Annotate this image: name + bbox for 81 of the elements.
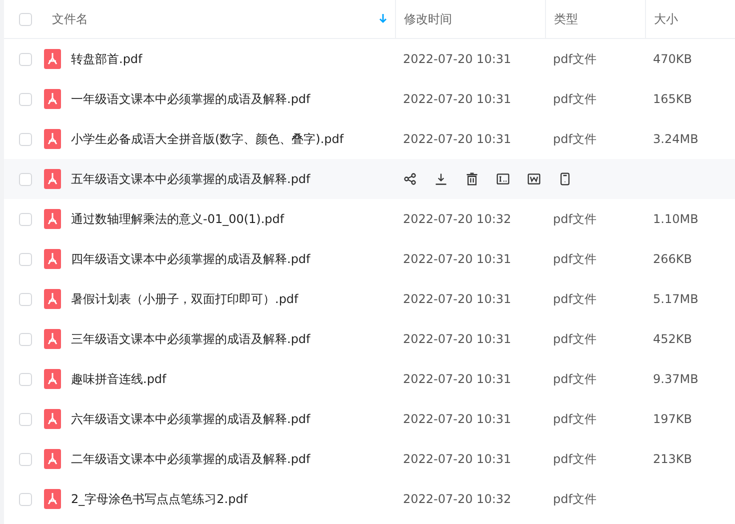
column-header[interactable]: 类型 (554, 10, 578, 28)
trash-icon[interactable] (465, 172, 479, 186)
pdf-file-icon (44, 49, 61, 69)
pdf-file-icon (44, 289, 61, 309)
file-name[interactable]: 小学生必备成语大全拼音版(数字、颜色、叠字).pdf (71, 130, 344, 148)
modified-time: 2022-07-20 10:32 (403, 212, 512, 226)
file-type: pdf文件 (553, 370, 596, 388)
checkbox[interactable] (18, 52, 32, 66)
share-icon[interactable] (403, 172, 417, 186)
modified-time: 2022-07-20 10:31 (403, 132, 512, 146)
file-name[interactable]: 二年级语文课本中必须掌握的成语及解释.pdf (71, 450, 310, 468)
hovered-row[interactable]: 五年级语文课本中必须掌握的成语及解释.pdf (4, 159, 735, 199)
pdf-file-icon (44, 129, 61, 149)
file-type: pdf文件 (553, 410, 596, 428)
modified-time: 2022-07-20 10:31 (403, 372, 512, 386)
pdf-file-icon (44, 209, 61, 229)
checkbox[interactable] (18, 372, 32, 386)
file-size: 5.17MB (653, 292, 698, 306)
file-type: pdf文件 (553, 130, 596, 148)
file-name[interactable]: 五年级语文课本中必须掌握的成语及解释.pdf (71, 170, 310, 188)
file-name[interactable]: 四年级语文课本中必须掌握的成语及解释.pdf (71, 250, 310, 268)
column-header[interactable]: 大小 (654, 10, 678, 28)
modified-time: 2022-07-20 10:31 (403, 92, 512, 106)
phone-icon[interactable] (558, 172, 572, 186)
pdf-file-icon (44, 489, 61, 509)
checkbox[interactable] (18, 492, 32, 506)
pdf-file-icon (44, 369, 61, 389)
modified-time: 2022-07-20 10:31 (403, 252, 512, 266)
checkbox[interactable] (18, 452, 32, 466)
file-size: 266KB (653, 252, 692, 266)
file-name[interactable]: 转盘部首.pdf (71, 50, 142, 68)
checkbox[interactable] (18, 12, 32, 26)
checkbox[interactable] (18, 172, 32, 186)
file-size: 452KB (653, 332, 692, 346)
file-size: 3.24MB (653, 132, 698, 146)
pdf-file-icon (44, 169, 61, 189)
file-type: pdf文件 (553, 450, 596, 468)
file-type: pdf文件 (553, 50, 596, 68)
file-size: 165KB (653, 92, 692, 106)
checkbox[interactable] (18, 252, 32, 266)
modified-time: 2022-07-20 10:31 (403, 412, 512, 426)
file-type: pdf文件 (553, 90, 596, 108)
file-name[interactable]: 一年级语文课本中必须掌握的成语及解释.pdf (71, 90, 310, 108)
file-name[interactable]: 三年级语文课本中必须掌握的成语及解释.pdf (71, 330, 310, 348)
modified-time: 2022-07-20 10:31 (403, 292, 512, 306)
column-header[interactable]: 文件名 (52, 10, 88, 28)
file-size: 470KB (653, 52, 692, 66)
modified-time: 2022-07-20 10:31 (403, 332, 512, 346)
checkbox[interactable] (18, 412, 32, 426)
checkbox[interactable] (18, 332, 32, 346)
checkbox[interactable] (18, 292, 32, 306)
file-type: pdf文件 (553, 330, 596, 348)
file-name[interactable]: 暑假计划表（小册子，双面打印即可）.pdf (71, 290, 298, 308)
word-document-icon[interactable] (527, 172, 541, 186)
pdf-file-icon (44, 409, 61, 429)
checkbox[interactable] (18, 132, 32, 146)
pdf-file-icon (44, 249, 61, 269)
file-size: 1.10MB (653, 212, 698, 226)
checkbox[interactable] (18, 212, 32, 226)
text-document-icon[interactable] (496, 172, 510, 186)
modified-time: 2022-07-20 10:32 (403, 492, 512, 506)
file-type: pdf文件 (553, 490, 596, 508)
file-name[interactable]: 通过数轴理解乘法的意义-01_00(1).pdf (71, 210, 284, 228)
modified-time: 2022-07-20 10:31 (403, 452, 512, 466)
file-name[interactable]: 六年级语文课本中必须掌握的成语及解释.pdf (71, 410, 310, 428)
download-icon[interactable] (434, 172, 448, 186)
modified-time: 2022-07-20 10:31 (403, 52, 512, 66)
pdf-file-icon (44, 449, 61, 469)
pdf-file-icon (44, 89, 61, 109)
pdf-file-icon (44, 329, 61, 349)
file-size: 9.37MB (653, 372, 698, 386)
sort-down-icon[interactable] (379, 14, 387, 24)
file-size: 213KB (653, 452, 692, 466)
file-type: pdf文件 (553, 210, 596, 228)
column-header[interactable]: 修改时间 (404, 10, 452, 28)
file-type: pdf文件 (553, 290, 596, 308)
file-type: pdf文件 (553, 250, 596, 268)
checkbox[interactable] (18, 92, 32, 106)
file-name[interactable]: 2_字母涂色书写点点笔练习2.pdf (71, 490, 248, 508)
file-name[interactable]: 趣味拼音连线.pdf (71, 370, 166, 388)
file-size: 197KB (653, 412, 692, 426)
